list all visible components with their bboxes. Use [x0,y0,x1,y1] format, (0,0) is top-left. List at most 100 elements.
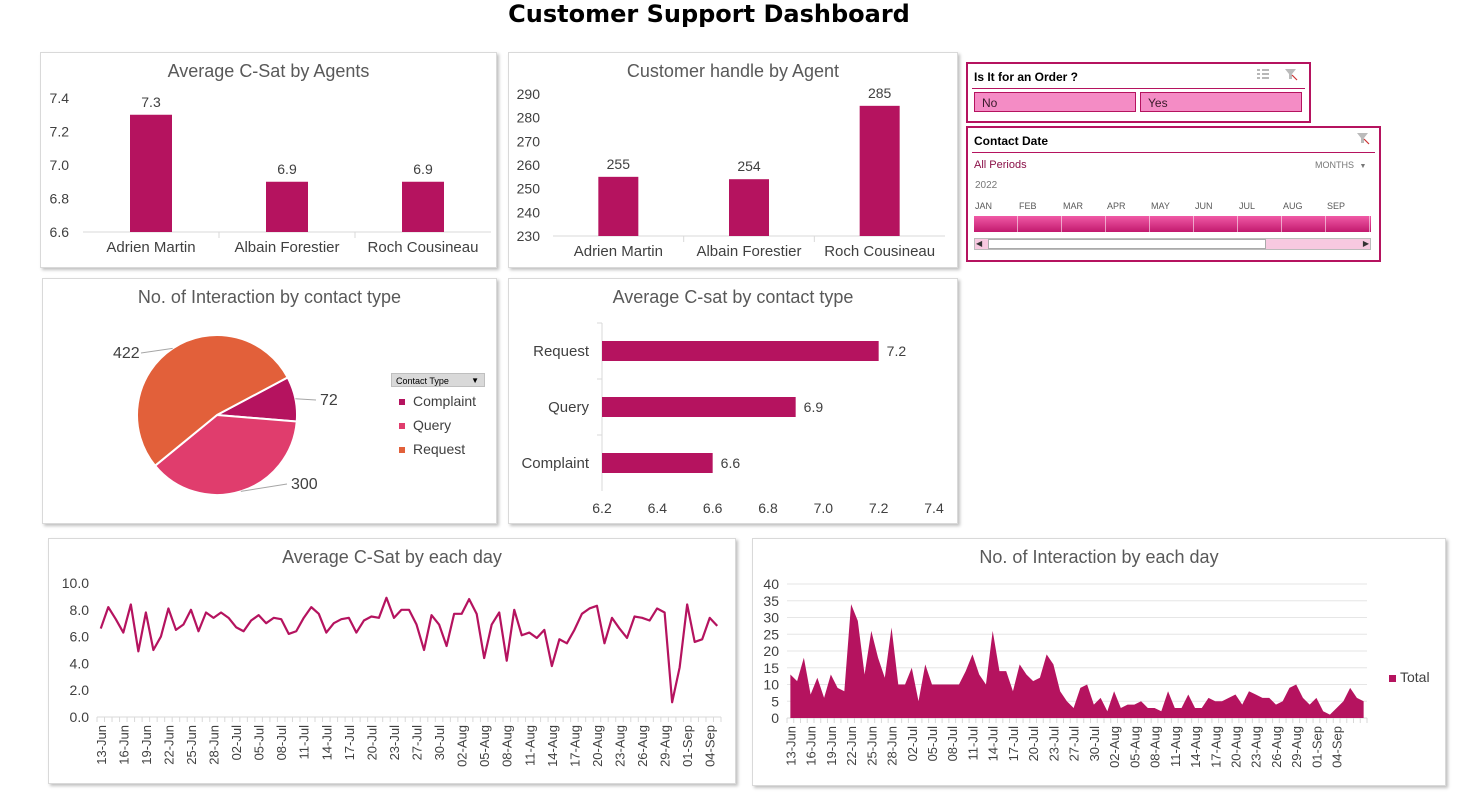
handled-agents-chart: 230 240 250 260 270 280 290 255 Adrien Martin 254… [517,85,945,260]
legend-filter-button[interactable]: Contact Type ▼ [391,373,485,387]
timeline-divider-tick [1061,216,1062,232]
data-label: 300 [291,476,318,493]
level-selector[interactable]: MONTHS ▼ [1315,160,1366,170]
x-tick-label: 14-Jul [986,726,1001,762]
x-tick-label: 20-Aug [590,725,605,767]
scroll-thumb[interactable] [988,239,1266,249]
pie-legend: Contact Type ▼ Complaint Query Request [391,373,491,473]
x-tick-label: 13-Jun [783,726,798,766]
y-tick-label: 250 [517,181,541,197]
x-tick-label: 23-Jul [1046,726,1061,762]
y-tick-label: 30 [763,610,779,626]
x-tick-label: 17-Aug [1208,726,1223,768]
scroll-left-icon[interactable]: ◀ [976,239,982,249]
interactions-day-chart: 0510152025303540 13-Jun 16-Jun 19-Jun 22-Jun… [763,576,1368,768]
timeline-divider-tick [1149,216,1150,232]
period-label: All Periods [974,159,1027,171]
x-tick-label: Roch Cousineau [824,243,935,260]
timeline-month-jun[interactable]: JUN [1195,201,1213,211]
x-tick-label: 02-Aug [1107,726,1122,768]
x-tick-label: 29-Aug [658,725,673,767]
timeline-divider [972,152,1375,153]
timeline-month-may[interactable]: MAY [1151,201,1170,211]
x-tick-label: 11-Aug [522,725,537,766]
legend-title: Contact Type [396,376,449,386]
interactions-type-card: No. of Interaction by contact type 72 300… [42,278,497,524]
x-tick-label: 02-Jul [229,725,244,761]
timeline-month-sep[interactable]: SEP [1327,201,1345,211]
timeline-month-mar[interactable]: MAR [1063,201,1083,211]
timeline-bar[interactable] [974,216,1371,232]
x-tick-label: 04-Sep [703,725,718,767]
data-label: 6.9 [804,399,824,415]
y-tick-label: 15 [763,660,779,676]
timeline-divider-tick [1281,216,1282,232]
timeline-month-jan[interactable]: JAN [975,201,992,211]
y-tick-label: 0.0 [70,709,90,725]
x-tick-label: 14-Aug [545,725,560,767]
x-tick-label: 27-Jul [410,725,425,761]
x-tick-label: 23-Jul [387,725,402,761]
x-tick-label: 04-Sep [1330,726,1345,768]
timeline-divider-tick [1369,216,1370,232]
csat-day-card: Average C-Sat by each day 0.0 2.0 4.0 6.0 8.… [48,538,736,784]
bar [402,181,444,232]
y-tick-label: 240 [517,204,541,220]
x-tick-label: 25-Jun [184,725,199,765]
legend-item-complaint: Complaint [399,393,476,409]
x-tick-label: 23-Aug [1249,726,1264,768]
x-tick-label: Adrien Martin [574,243,663,260]
timeline-month-aug[interactable]: AUG [1283,201,1303,211]
y-tick-label: 40 [763,576,779,592]
scroll-right-icon[interactable]: ▶ [1363,239,1369,249]
timeline-month-feb[interactable]: FEB [1019,201,1037,211]
x-tick-label: Adrien Martin [106,239,195,256]
csat-agents-chart: 6.6 6.8 7.0 7.2 7.4 7.3 Adrien Martin 6.9 Albain… [50,90,491,256]
slicer-divider [972,88,1305,89]
y-tick-label: 10.0 [62,575,89,591]
bar [602,397,796,417]
y-tick-label: 230 [517,228,541,244]
data-label: 254 [737,158,761,174]
timeline-divider-tick [1325,216,1326,232]
x-tick-label: 6.8 [758,500,778,516]
slicer-title: Is It for an Order ? [974,70,1079,84]
data-label: 7.2 [887,343,907,359]
x-tick-label: Albain Forestier [696,243,801,260]
y-tick-label: 270 [517,133,541,149]
bar [602,453,713,473]
order-slicer: Is It for an Order ? No Yes [966,62,1311,123]
x-tick-label: 20-Jul [1026,726,1041,762]
x-tick-label: Albain Forestier [234,239,339,256]
timeline-divider-tick [1193,216,1194,232]
y-tick-label: 6.8 [50,191,70,207]
y-tick-label: 6.0 [70,629,90,645]
slicer-option-yes[interactable]: Yes [1140,92,1302,112]
timeline-month-jul[interactable]: JUL [1239,201,1255,211]
x-tick-label: 20-Jul [364,725,379,761]
x-tick-label: 08-Jul [274,725,289,761]
data-label: 285 [868,85,892,101]
csat-type-chart: 6.2 6.4 6.6 6.8 7.0 7.2 7.4 7.2 Request 6.9 Query 6… [521,322,944,516]
x-tick-label: 08-Aug [1148,726,1163,768]
y-tick-label: 35 [763,593,779,609]
x-tick-label: 29-Aug [1289,726,1304,768]
timeline-month-apr[interactable]: APR [1107,201,1126,211]
x-tick-label: 14-Jul [319,725,334,761]
x-tick-label: 08-Aug [500,725,515,767]
legend-swatch [399,399,405,406]
x-tick-label: 7.4 [924,500,944,516]
y-tick-label: 5 [771,693,779,709]
x-tick-label: 17-Jul [1006,726,1021,762]
x-tick-label: 6.4 [648,500,668,516]
line-series [99,596,719,704]
date-timeline-slicer: Contact Date All Periods MONTHS ▼ 2022 ◀… [966,126,1381,262]
x-tick-label: 14-Aug [1188,726,1203,768]
x-tick-label: 13-Jun [94,725,109,765]
x-tick-label: 26-Aug [635,725,650,767]
y-tick-label: 6.6 [50,224,70,240]
slicer-option-no[interactable]: No [974,92,1136,112]
level-label: MONTHS [1315,160,1354,170]
x-tick-label: 02-Aug [455,725,470,767]
timeline-scrollbar[interactable]: ◀ ▶ [974,238,1371,250]
